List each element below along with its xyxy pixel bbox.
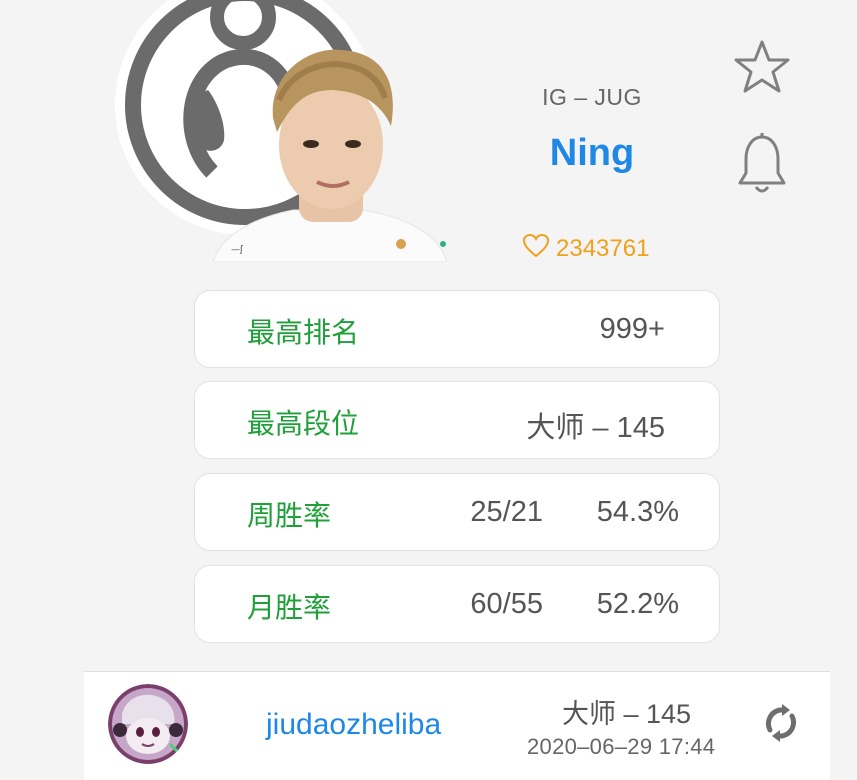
- subscribe-button[interactable]: [730, 132, 794, 200]
- likes-count: 2343761: [556, 235, 650, 262]
- stat-label: 月胜率: [247, 592, 332, 623]
- stat-card-weekly-winrate: 周胜率 25/21 54.3%: [194, 473, 720, 551]
- stat-label: 最高排名: [247, 317, 360, 348]
- account-avatar: [108, 684, 188, 764]
- stat-value: 999+: [599, 313, 665, 345]
- account-updated-time: 2020–06–29 17:44: [527, 734, 716, 759]
- stat-value: 大师 – 145: [526, 412, 665, 444]
- stat-card-highest-rank: 最高排名 999+: [194, 290, 720, 368]
- account-row[interactable]: jiudaozheliba 大师 – 145 2020–06–29 17:44: [84, 671, 830, 780]
- heart-outline-icon: [522, 232, 550, 267]
- likes-counter[interactable]: 2343761: [522, 232, 649, 266]
- stat-record: 60/55: [470, 588, 543, 620]
- team-position: IG – JUG: [542, 84, 642, 110]
- stat-rate: 52.2%: [596, 588, 679, 620]
- svg-text:—ʃ: —ʃ: [231, 245, 244, 255]
- stat-card-monthly-winrate: 月胜率 60/55 52.2%: [194, 565, 720, 643]
- stat-card-highest-tier: 最高段位 大师 – 145: [194, 381, 720, 459]
- bell-outline-icon: [734, 131, 790, 202]
- stat-record: 25/21: [470, 496, 543, 528]
- player-photo: —ʃ: [212, 40, 448, 263]
- favorite-button[interactable]: [730, 38, 794, 100]
- refresh-icon: [758, 700, 804, 751]
- player-name: Ning: [549, 132, 635, 174]
- refresh-button[interactable]: [756, 700, 806, 750]
- star-outline-icon: [732, 38, 792, 101]
- stat-label: 周胜率: [247, 500, 332, 531]
- account-rank: 大师 – 145: [562, 699, 692, 729]
- account-name[interactable]: jiudaozheliba: [266, 708, 441, 742]
- stat-label: 最高段位: [247, 408, 360, 439]
- stat-rate: 54.3%: [596, 496, 679, 528]
